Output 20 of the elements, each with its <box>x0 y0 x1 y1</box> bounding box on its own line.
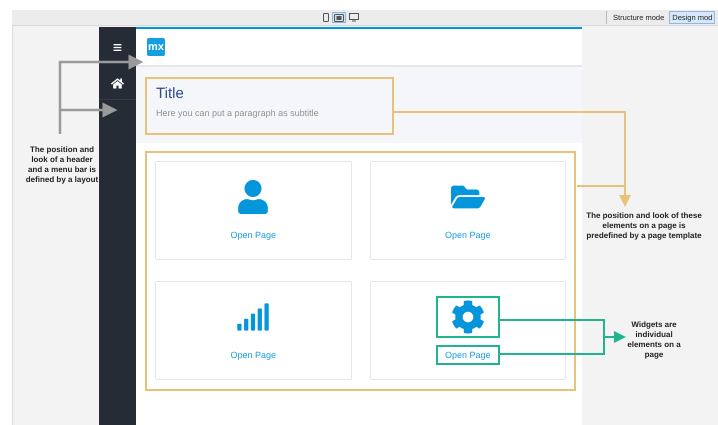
device-button[interactable] <box>332 12 346 23</box>
menu-icon <box>113 42 122 52</box>
gear-icon <box>450 300 485 334</box>
phone-icon <box>323 13 329 22</box>
user-icon <box>236 180 270 214</box>
device-button[interactable] <box>321 12 331 23</box>
home-icon <box>111 77 124 90</box>
open-page-link[interactable]: Open Page <box>436 225 500 245</box>
page-title: Title <box>156 85 185 102</box>
open-page-link[interactable]: Open Page <box>221 344 286 364</box>
logo: mx <box>147 38 165 56</box>
annotation-text: The position and look of these elements on a page is predefined by a page template <box>585 211 703 241</box>
tablet-icon <box>334 14 344 22</box>
annotation-text: Widgets are individual elements on a page <box>626 320 682 360</box>
monitor-icon <box>349 13 359 22</box>
annotation-text: The position and look of a header and a menu bar is defined by a layout <box>24 145 100 185</box>
open-page-link[interactable]: Open Page <box>221 225 286 245</box>
page-subtitle: Here you can put a paragraph as subtitle <box>156 108 320 119</box>
open-page-link[interactable]: Open Page <box>436 344 500 364</box>
device-button[interactable] <box>347 12 361 23</box>
